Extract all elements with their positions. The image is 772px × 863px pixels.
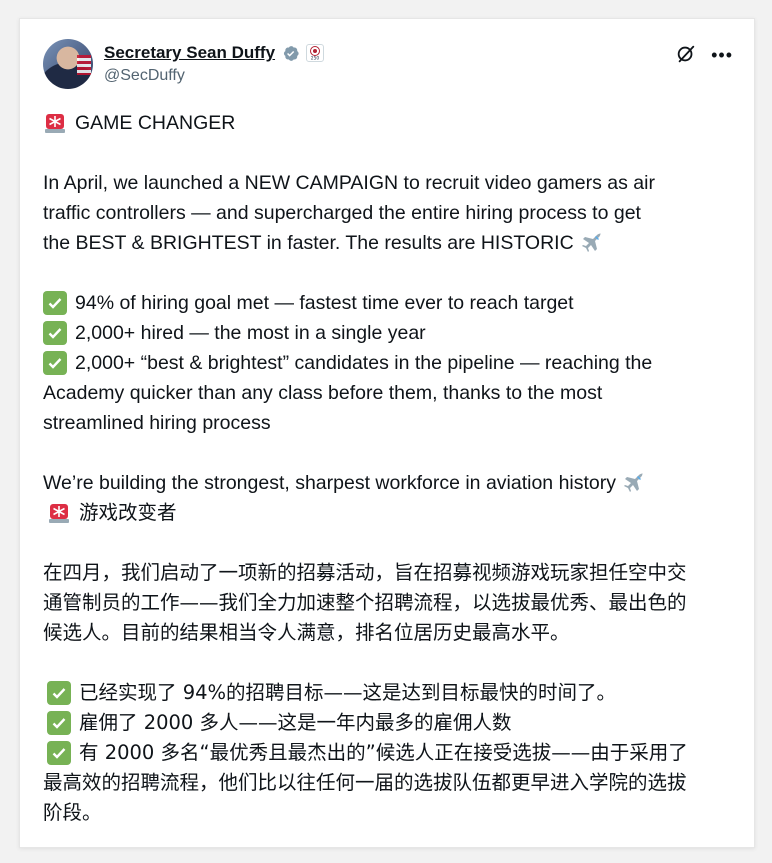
- para1-line-1: In April, we launched a NEW CAMPAIGN to …: [43, 172, 655, 194]
- bullet-3: 2,000+ “best & brightest” candidates in …: [43, 348, 743, 378]
- affiliate-badge-icon[interactable]: 250: [306, 44, 325, 62]
- closing-text: We’re building the strongest, sharpest w…: [43, 472, 617, 494]
- zh-bullet-3-line-2: 最高效的招聘流程，他们比以往任何一届的选拔队伍都更早进入学院的选拔: [43, 771, 687, 794]
- para1-line-2: traffic controllers — and supercharged t…: [43, 202, 641, 224]
- headline-line: GAME CHANGER: [43, 108, 743, 138]
- para1-text-3: the BEST & BRIGHTEST in faster. The resu…: [43, 232, 574, 254]
- bullet-1: 94% of hiring goal met — fastest time ev…: [43, 288, 743, 318]
- check-mark-emoji: [43, 321, 67, 345]
- airplane-emoji: [581, 233, 601, 252]
- zh-bullet-1-text: 已经实现了 94%的招聘目标——这是达到目标最快的时间了。: [79, 681, 617, 704]
- bullet-1-text: 94% of hiring goal met — fastest time ev…: [75, 292, 574, 314]
- author-name[interactable]: Secretary Sean Duffy: [104, 43, 275, 63]
- check-mark-emoji: [43, 291, 67, 315]
- author-line: Secretary Sean Duffy 250: [104, 42, 325, 64]
- verified-badge-icon: [283, 45, 299, 61]
- avatar[interactable]: [43, 39, 93, 89]
- check-mark-emoji: [47, 741, 71, 765]
- check-mark-emoji: [47, 681, 71, 705]
- zh-para-line-2: 通管制员的工作——我们全力加速整个招聘流程，以选拔最优秀、最出色的: [43, 591, 687, 614]
- flag-detail: [77, 55, 91, 75]
- post-text: GAME CHANGER In April, we launched a NEW…: [43, 108, 743, 828]
- affiliate-badge-text: 250: [311, 56, 320, 61]
- check-mark-emoji: [47, 711, 71, 735]
- affiliate-seal: 250: [310, 46, 321, 61]
- check-mark-emoji: [43, 351, 67, 375]
- post-header: Secretary Sean Duffy 250 @SecDuffy •••: [43, 39, 733, 91]
- para1-line-3: the BEST & BRIGHTEST in faster. The resu…: [43, 228, 743, 258]
- zh-headline-line: 游戏改变者: [43, 498, 743, 528]
- zh-bullet-3: 有 2000 多名“最优秀且最杰出的”候选人正在接受选拔——由于采用了: [43, 738, 743, 768]
- zh-bullet-1: 已经实现了 94%的招聘目标——这是达到目标最快的时间了。: [43, 678, 743, 708]
- post-card: Secretary Sean Duffy 250 @SecDuffy ••• G…: [19, 18, 755, 848]
- closing-line: We’re building the strongest, sharpest w…: [43, 468, 743, 498]
- grok-icon[interactable]: [675, 43, 697, 65]
- airplane-emoji: [624, 473, 644, 492]
- zh-para-line-1: 在四月，我们启动了一项新的招募活动，旨在招募视频游戏玩家担任空中交: [43, 561, 687, 584]
- bullet-3-line-3: streamlined hiring process: [43, 412, 271, 434]
- siren-emoji: [45, 114, 65, 133]
- bullet-3-text-1: 2,000+ “best & brightest” candidates in …: [75, 352, 653, 374]
- zh-bullet-3-text-1: 有 2000 多名“最优秀且最杰出的”候选人正在接受选拔——由于采用了: [79, 741, 688, 764]
- headline: GAME CHANGER: [75, 112, 236, 134]
- author-handle[interactable]: @SecDuffy: [104, 67, 185, 85]
- zh-headline: 游戏改变者: [79, 501, 177, 524]
- bullet-2-text: 2,000+ hired — the most in a single year: [75, 322, 426, 344]
- zh-para-line-3: 候选人。目前的结果相当令人满意，排名位居历史最高水平。: [43, 621, 570, 644]
- siren-emoji: [49, 504, 69, 523]
- bullet-3-line-2: Academy quicker than any class before th…: [43, 382, 603, 404]
- more-icon[interactable]: •••: [711, 45, 733, 66]
- zh-bullet-2: 雇佣了 2000 多人——这是一年内最多的雇佣人数: [43, 708, 743, 738]
- bullet-2: 2,000+ hired — the most in a single year: [43, 318, 743, 348]
- zh-bullet-2-text: 雇佣了 2000 多人——这是一年内最多的雇佣人数: [79, 711, 512, 734]
- zh-bullet-3-line-3: 阶段。: [43, 801, 102, 824]
